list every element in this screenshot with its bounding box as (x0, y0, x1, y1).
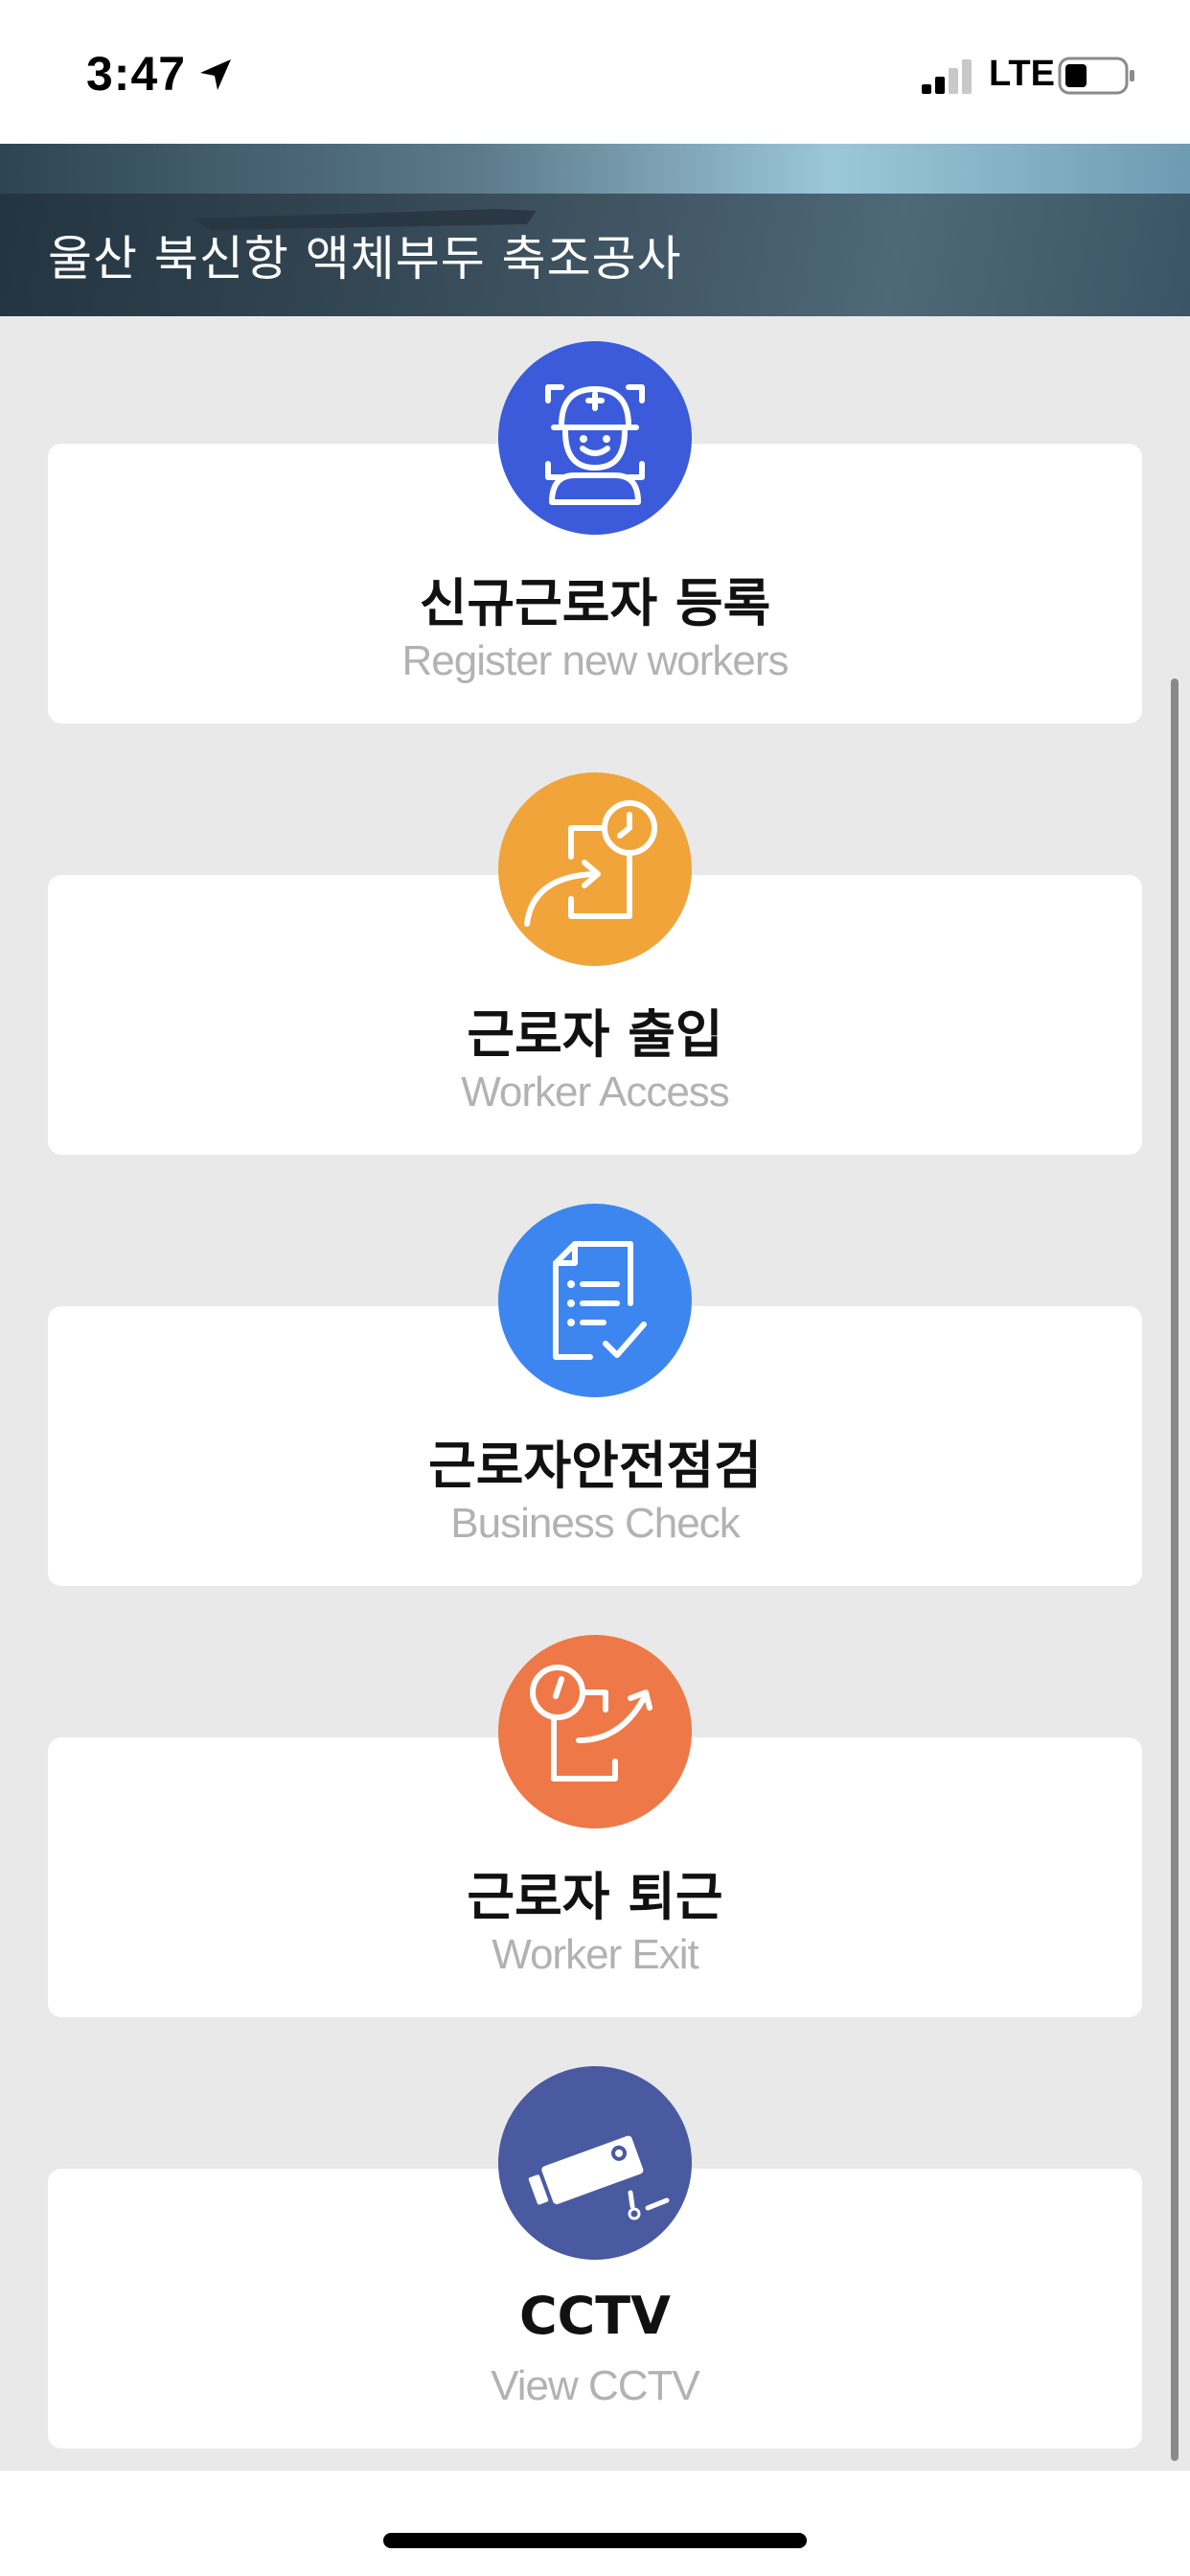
scrollbar[interactable] (1171, 678, 1179, 2461)
card-subtitle-access: Worker Access (461, 1069, 730, 1116)
clock-entry-icon[interactable] (498, 772, 692, 966)
bottom-safe-area (0, 2471, 1190, 2576)
cctv-camera-icon[interactable] (498, 2066, 692, 2260)
network-type: LTE (989, 54, 1055, 94)
card-title-access: 근로자 출입 (467, 1004, 723, 1065)
card-subtitle-exit: Worker Exit (492, 1931, 699, 1978)
banner-image (0, 144, 1190, 194)
location-arrow-icon (200, 59, 231, 90)
card-title-register: 신규근로자 등록 (419, 573, 771, 633)
status-bar: 3:47 LTE (0, 0, 1190, 144)
card-subtitle-safety-check: Business Check (450, 1500, 740, 1547)
status-time: 3:47 (86, 47, 187, 101)
card-title-cctv: CCTV (519, 2286, 671, 2346)
home-indicator[interactable] (383, 2533, 807, 2548)
signal-icon (922, 59, 972, 94)
battery-icon (1058, 57, 1134, 95)
clock-exit-icon[interactable] (498, 1635, 692, 1828)
menu-list[interactable]: 신규근로자 등록 Register new workers 근로자 출입 Wor… (0, 316, 1190, 2472)
checklist-document-icon[interactable] (498, 1204, 692, 1397)
page-title: 울산 북신항 액체부두 축조공사 (48, 231, 682, 287)
worker-helmet-icon[interactable] (498, 341, 692, 535)
card-title-exit: 근로자 퇴근 (467, 1867, 723, 1927)
card-subtitle-cctv: View CCTV (491, 2362, 700, 2409)
card-subtitle-register: Register new workers (401, 637, 789, 684)
card-title-safety-check: 근로자안전점검 (428, 1436, 762, 1496)
